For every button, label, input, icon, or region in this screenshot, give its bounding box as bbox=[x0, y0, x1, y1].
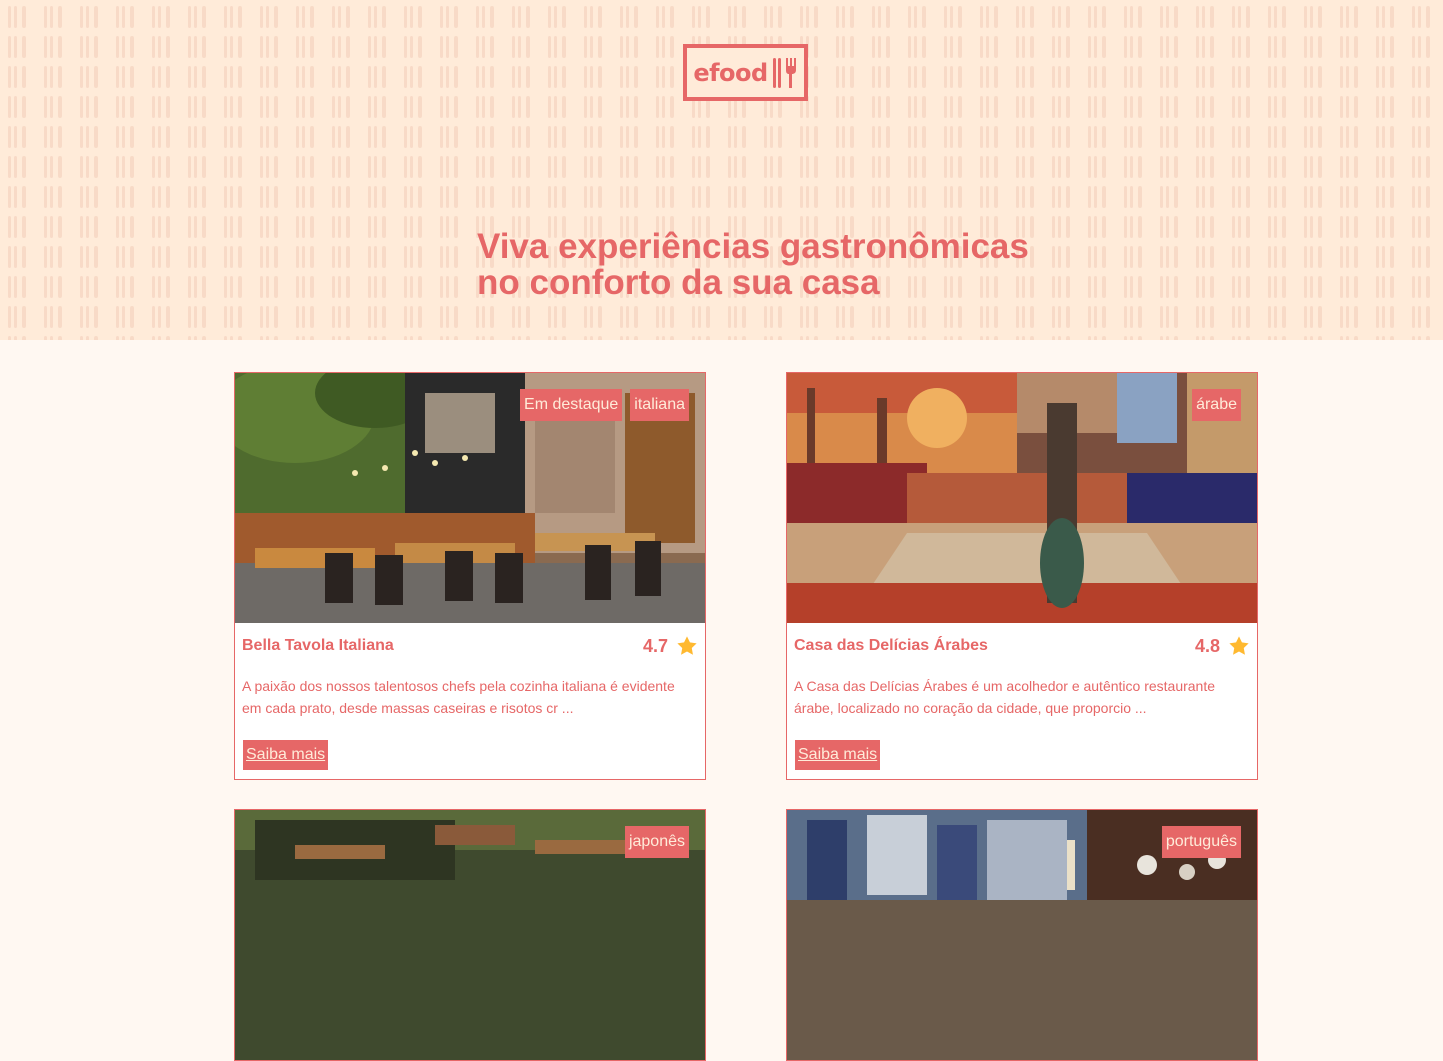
restaurant-image: japonês bbox=[235, 810, 705, 1060]
efood-logo[interactable]: efood bbox=[683, 44, 808, 101]
restaurant-description: A paixão dos nossos talentosos chefs pel… bbox=[242, 678, 675, 716]
tag-featured: Em destaque bbox=[520, 389, 623, 421]
tag-list: árabe bbox=[1192, 389, 1241, 421]
hero-banner: efood Viva experiências gastronômicas no… bbox=[0, 0, 1443, 340]
saiba-mais-button[interactable]: Saiba mais bbox=[795, 740, 881, 770]
card-body: Casa das Delícias Árabes 4.8 A Casa das … bbox=[787, 623, 1257, 779]
rating: 4.7 bbox=[643, 635, 698, 657]
restaurant-card: japonês bbox=[234, 809, 706, 1061]
card-body: Bella Tavola Italiana 4.7 A paixão dos n… bbox=[235, 623, 705, 779]
tag-cuisine: português bbox=[1161, 826, 1241, 858]
restaurant-card: árabe Casa das Delícias Árabes 4.8 A Cas… bbox=[786, 372, 1258, 780]
logo-text: efood bbox=[693, 58, 768, 87]
tag-list: português bbox=[1161, 826, 1241, 858]
headline-line-2: no conforto da sua casa bbox=[477, 263, 880, 302]
restaurant-image: Em destaque italiana bbox=[235, 373, 705, 623]
star-icon bbox=[677, 636, 697, 655]
star-icon bbox=[1229, 636, 1249, 655]
restaurant-image: árabe bbox=[787, 373, 1257, 623]
restaurant-name: Casa das Delícias Árabes bbox=[794, 637, 988, 654]
tag-cuisine: italiana bbox=[630, 389, 689, 421]
rating: 4.8 bbox=[1195, 635, 1250, 657]
restaurant-image: português bbox=[787, 810, 1257, 1060]
rating-value: 4.8 bbox=[1194, 635, 1220, 656]
restaurant-card: português bbox=[786, 809, 1258, 1061]
tag-list: Em destaque italiana bbox=[520, 389, 689, 421]
tag-list: japonês bbox=[624, 826, 689, 858]
restaurant-name: Bella Tavola Italiana bbox=[242, 637, 394, 654]
restaurant-card: Em destaque italiana Bella Tavola Italia… bbox=[234, 372, 706, 780]
hero-headline: Viva experiências gastronômicas no confo… bbox=[477, 229, 1037, 301]
tag-cuisine: árabe bbox=[1192, 389, 1241, 421]
saiba-mais-button[interactable]: Saiba mais bbox=[243, 740, 329, 770]
rating-value: 4.7 bbox=[642, 635, 668, 656]
restaurant-description: A Casa das Delícias Árabes é um acolhedo… bbox=[794, 678, 1216, 716]
tag-cuisine: japonês bbox=[624, 826, 689, 858]
cutlery-icon bbox=[772, 57, 796, 88]
headline-line-1: Viva experiências gastronômicas bbox=[477, 227, 1029, 266]
